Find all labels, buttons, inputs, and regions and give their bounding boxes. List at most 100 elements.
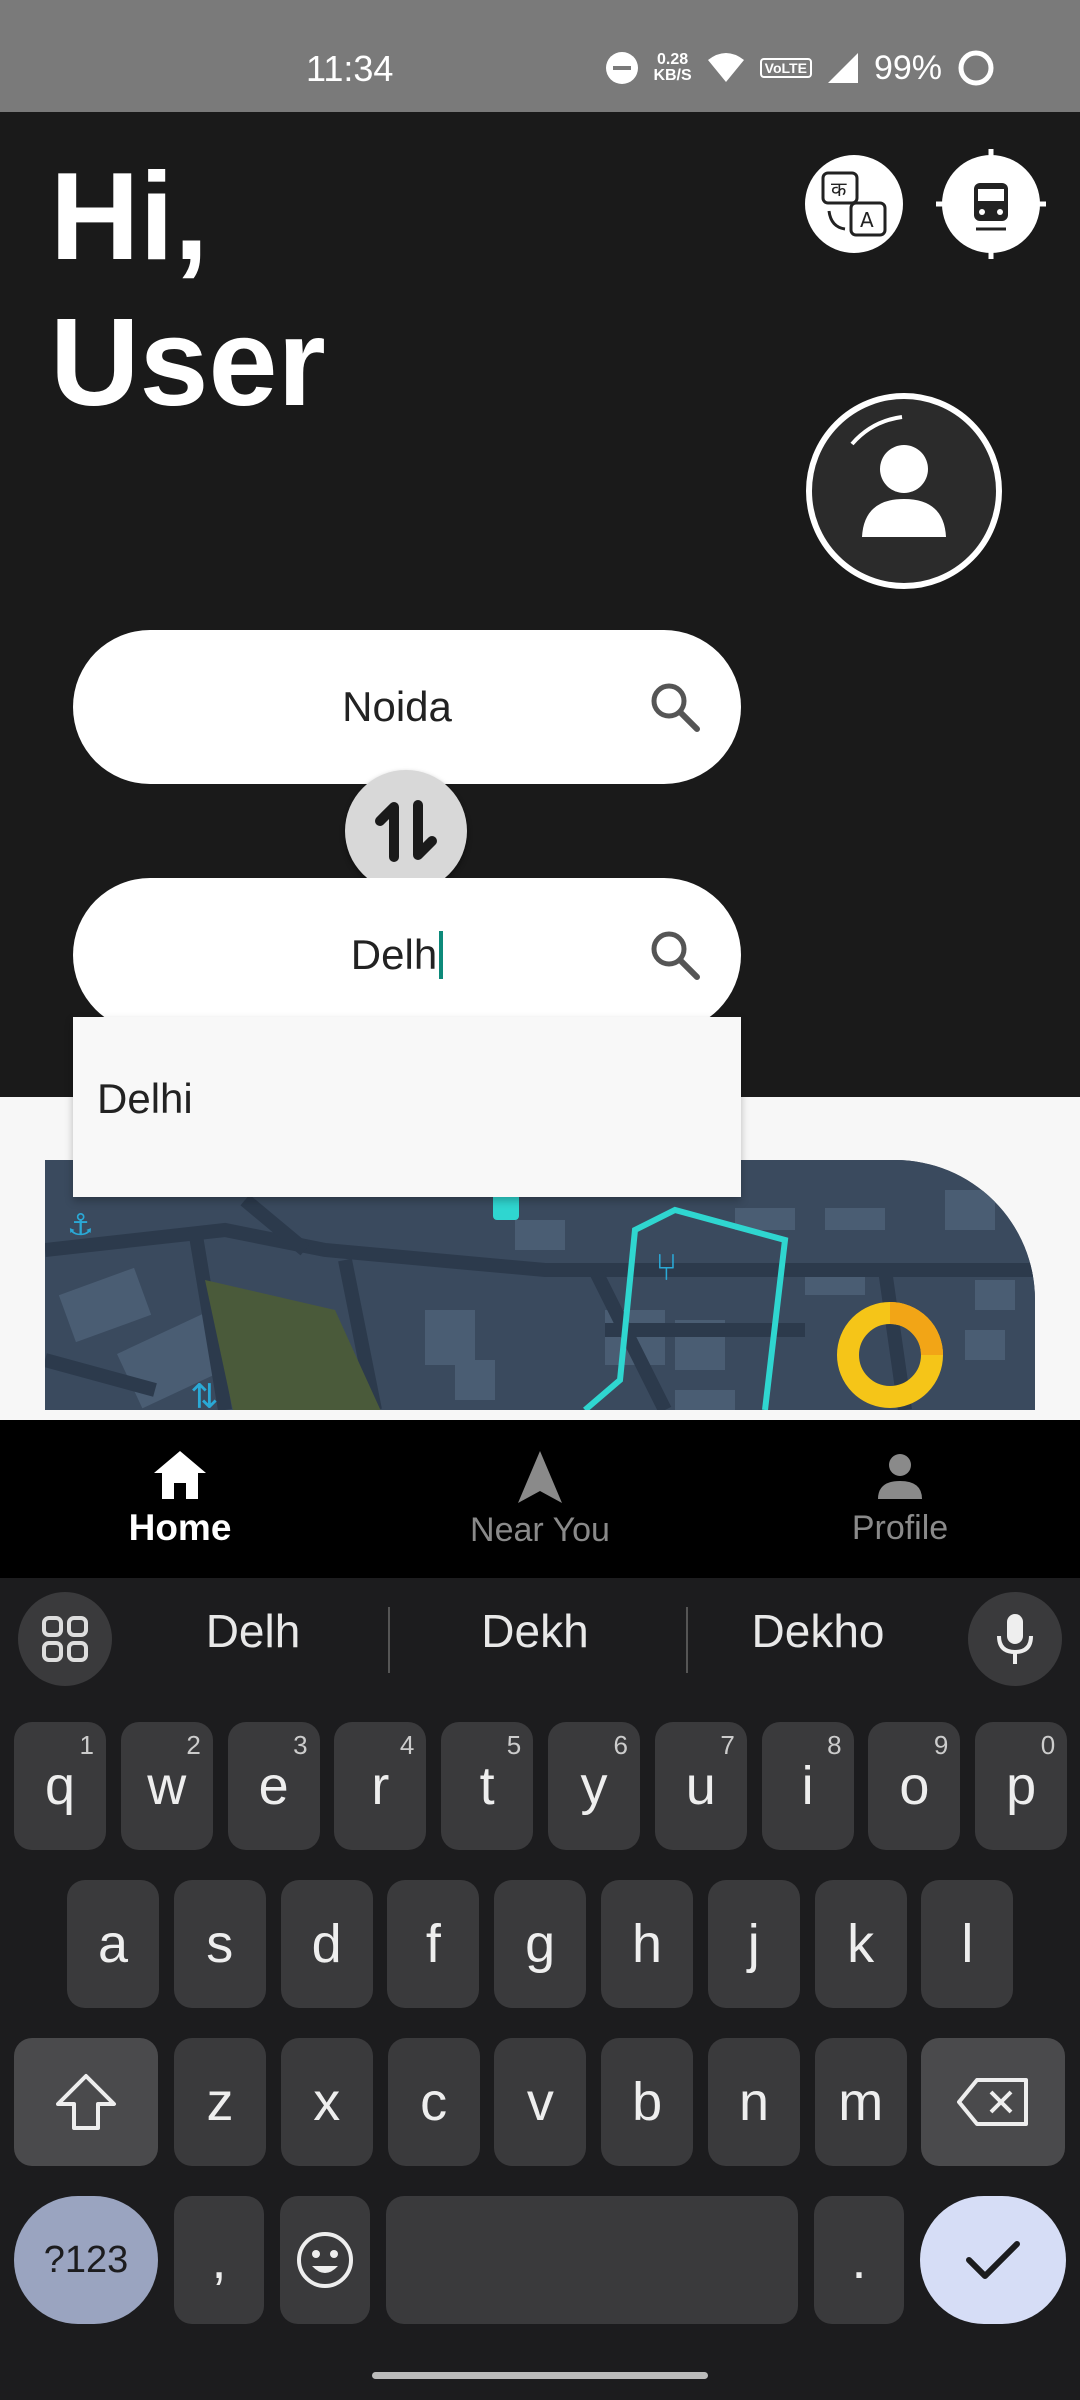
suggestion-divider	[388, 1607, 390, 1673]
key-f[interactable]: f	[387, 1880, 480, 2008]
key-d[interactable]: d	[280, 1880, 373, 2008]
key-o[interactable]: o9	[868, 1722, 961, 1850]
greeting-line-1: Hi,	[50, 148, 209, 286]
keyboard-menu-button[interactable]	[18, 1592, 112, 1686]
key-hint: 8	[827, 1730, 842, 1760]
swap-stations-button[interactable]	[345, 770, 467, 892]
key-label: f	[425, 1914, 441, 1974]
grid-apps-icon	[42, 1616, 88, 1662]
space-key[interactable]	[386, 2196, 798, 2324]
nav-profile[interactable]: Profile	[750, 1420, 1050, 1578]
profile-avatar-button[interactable]	[806, 393, 1002, 589]
shift-key[interactable]	[14, 2038, 158, 2166]
key-b[interactable]: b	[601, 2038, 694, 2166]
key-y[interactable]: y6	[548, 1722, 640, 1850]
voice-input-button[interactable]	[968, 1592, 1062, 1686]
key-label: s	[206, 1914, 234, 1974]
bottom-navigation: Home Near You Profile	[0, 1420, 1080, 1578]
backspace-icon	[957, 2078, 1028, 2126]
period-key[interactable]: .	[814, 2196, 904, 2324]
key-label: c	[420, 2072, 448, 2132]
train-locator-button[interactable]	[936, 149, 1046, 259]
key-label: q	[44, 1756, 76, 1816]
key-p[interactable]: p0	[975, 1722, 1068, 1850]
wifi-icon	[707, 53, 744, 82]
key-u[interactable]: u7	[654, 1722, 747, 1850]
from-station-value: Noida	[342, 683, 452, 730]
translate-button[interactable]: क A	[805, 155, 903, 253]
text-cursor	[439, 931, 444, 979]
suggestion-dropdown: Delhi	[73, 1017, 741, 1197]
to-station-value: Delh	[350, 931, 438, 978]
svg-text:क: क	[831, 177, 847, 201]
nav-home[interactable]: Home	[30, 1420, 330, 1578]
key-label: a	[97, 1914, 129, 1974]
key-w[interactable]: w2	[120, 1722, 213, 1850]
key-g[interactable]: g	[494, 1880, 587, 2008]
keyboard-suggestion[interactable]: Dekho	[688, 1604, 948, 1658]
home-icon	[154, 1451, 206, 1499]
key-hint: 6	[613, 1730, 628, 1760]
key-c[interactable]: c	[387, 2038, 480, 2166]
key-i[interactable]: i8	[761, 1722, 854, 1850]
search-icon[interactable]	[647, 927, 703, 983]
key-m[interactable]: m	[814, 2038, 907, 2166]
navigation-arrow-icon	[518, 1450, 562, 1503]
key-label: m	[838, 2072, 884, 2132]
person-icon	[878, 1453, 922, 1499]
checkmark-icon	[966, 2241, 1020, 2279]
key-label: l	[961, 1914, 974, 1974]
map-card[interactable]: ⚓ ⇅ ⑂	[45, 1160, 1035, 1410]
key-hint: 7	[720, 1730, 735, 1760]
status-icons: 0.28 KB/S VoLTE 99%	[605, 48, 996, 88]
network-speed-value: 0.28	[656, 51, 689, 68]
key-label: k	[847, 1914, 875, 1974]
key-label: e	[258, 1756, 289, 1816]
comma-key[interactable]: ,	[174, 2196, 264, 2324]
key-s[interactable]: s	[173, 1880, 266, 2008]
symbols-key[interactable]: ?123	[14, 2196, 158, 2324]
key-q[interactable]: q1	[14, 1722, 106, 1850]
nav-profile-label: Profile	[851, 1508, 949, 1547]
key-t[interactable]: t5	[441, 1722, 534, 1850]
enter-key[interactable]	[920, 2196, 1066, 2324]
svg-text:⚓: ⚓	[67, 1208, 94, 1243]
svg-text:A: A	[860, 208, 874, 232]
battery-percent: 99%	[873, 48, 942, 87]
key-k[interactable]: k	[814, 1880, 907, 2008]
svg-text:⇅: ⇅	[190, 1377, 219, 1410]
key-z[interactable]: z	[174, 2038, 266, 2166]
nav-near-you[interactable]: Near You	[390, 1420, 690, 1578]
key-label: g	[525, 1914, 556, 1974]
key-l[interactable]: l	[921, 1880, 1014, 2008]
suggestion-item[interactable]: Delhi	[97, 1075, 193, 1123]
volte-badge: VoLTE	[759, 58, 812, 78]
key-label: w	[147, 1756, 187, 1816]
backspace-key[interactable]	[921, 2038, 1065, 2166]
key-label: v	[526, 2072, 554, 2132]
key-j[interactable]: j	[707, 1880, 800, 2008]
keyboard-suggestion[interactable]: Dekh	[405, 1604, 665, 1658]
key-hint: 5	[506, 1730, 522, 1760]
key-label: b	[632, 2072, 663, 2132]
network-speed-unit: KB/S	[653, 67, 692, 84]
key-n[interactable]: n	[708, 2038, 800, 2166]
nav-home-label: Home	[128, 1507, 232, 1548]
key-v[interactable]: v	[494, 2038, 587, 2166]
to-station-field-content: Delh	[73, 878, 741, 1032]
key-r[interactable]: r4	[334, 1722, 427, 1850]
search-icon[interactable]	[647, 679, 703, 735]
map-illustration: ⚓ ⇅ ⑂	[45, 1160, 1035, 1410]
key-h[interactable]: h	[601, 1880, 693, 2008]
keyboard-suggestion[interactable]: Delh	[123, 1604, 383, 1658]
gesture-navigation-handle[interactable]	[372, 2372, 708, 2379]
key-label: i	[801, 1756, 814, 1816]
user-avatar-icon	[850, 415, 946, 537]
key-a[interactable]: a	[67, 1880, 159, 2008]
do-not-disturb-icon	[606, 52, 639, 84]
key-e[interactable]: e3	[227, 1722, 320, 1850]
from-station-input[interactable]: Noida	[73, 630, 741, 784]
emoji-key[interactable]	[280, 2196, 370, 2324]
key-x[interactable]: x	[280, 2038, 373, 2166]
to-station-input[interactable]: Delh	[73, 878, 741, 1032]
